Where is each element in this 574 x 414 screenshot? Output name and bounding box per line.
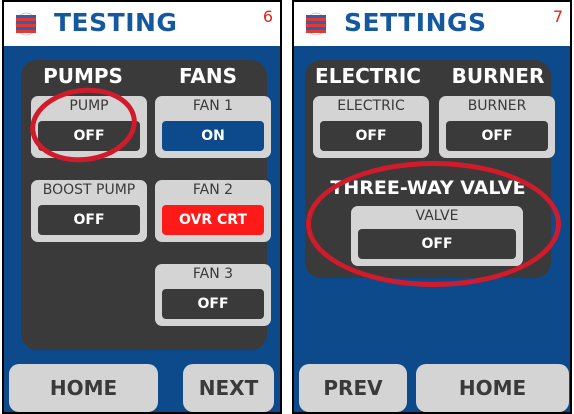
fan3-label: FAN 3 <box>192 266 234 282</box>
fan3-tile[interactable]: FAN 3 OFF <box>155 264 271 326</box>
page-number: 7 <box>552 7 563 26</box>
fan2-status: OVR CRT <box>162 205 264 235</box>
fan2-tile[interactable]: FAN 2 OVR CRT <box>155 180 271 242</box>
burner-status: OFF <box>446 121 548 151</box>
settings-screen: SETTINGS 7 ELECTRIC BURNER ELECTRIC OFF … <box>292 0 572 414</box>
settings-panel: ELECTRIC BURNER ELECTRIC OFF BURNER OFF … <box>305 60 555 278</box>
valve-label: VALVE <box>415 208 459 224</box>
prev-button[interactable]: PREV <box>299 364 407 412</box>
page-title: SETTINGS <box>344 8 487 37</box>
burner-label: BURNER <box>467 98 527 114</box>
boost-pump-label: BOOST PUMP <box>42 182 136 198</box>
testing-panel: PUMPS FANS PUMP OFF FAN 1 ON BOOST PUMP … <box>21 60 271 350</box>
boost-pump-status: OFF <box>38 205 140 235</box>
three-way-valve-label: THREE-WAY VALVE <box>330 177 526 199</box>
electric-status: OFF <box>320 121 422 151</box>
testing-screen: TESTING 6 PUMPS FANS PUMP OFF FAN 1 ON B… <box>2 0 282 414</box>
valve-status: OFF <box>358 229 516 259</box>
electric-tile[interactable]: ELECTRIC OFF <box>313 96 429 158</box>
valve-tile[interactable]: VALVE OFF <box>351 206 523 266</box>
pump-tile[interactable]: PUMP OFF <box>31 96 147 158</box>
page-title: TESTING <box>54 8 178 37</box>
burner-tile[interactable]: BURNER OFF <box>439 96 555 158</box>
pump-label: PUMP <box>69 98 109 114</box>
fans-header: FANS <box>179 64 237 88</box>
home-button[interactable]: HOME <box>416 364 569 412</box>
fan3-status: OFF <box>162 289 264 319</box>
burner-header: BURNER <box>451 64 545 88</box>
page-number: 6 <box>262 7 273 26</box>
boost-pump-tile[interactable]: BOOST PUMP OFF <box>31 180 147 242</box>
fan1-tile[interactable]: FAN 1 ON <box>155 96 271 158</box>
next-button[interactable]: NEXT <box>183 364 274 412</box>
flag-logo-icon <box>15 12 37 36</box>
flag-logo-icon <box>305 12 327 36</box>
header: TESTING 6 <box>4 2 280 46</box>
electric-header: ELECTRIC <box>315 64 421 88</box>
electric-label: ELECTRIC <box>337 98 405 114</box>
pump-status: OFF <box>38 121 140 151</box>
fan1-status: ON <box>162 121 264 151</box>
home-button[interactable]: HOME <box>9 364 158 412</box>
fan2-label: FAN 2 <box>192 182 234 198</box>
pumps-header: PUMPS <box>43 64 123 88</box>
header: SETTINGS 7 <box>294 2 570 46</box>
fan1-label: FAN 1 <box>192 98 234 114</box>
